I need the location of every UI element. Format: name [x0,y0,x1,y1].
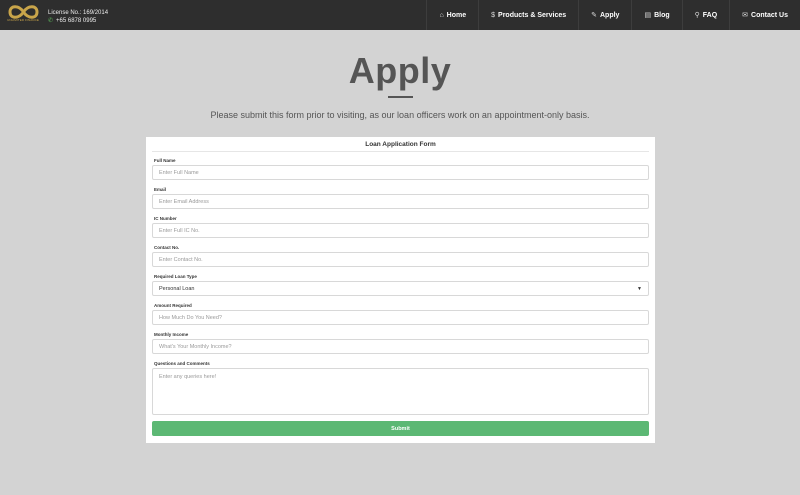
contact-label: Contact No. [154,245,180,250]
contact-input[interactable] [152,252,649,267]
form-title: Loan Application Form [365,141,436,148]
amount-input[interactable] [152,310,649,325]
loan-type-value: Personal Loan [159,285,195,292]
dollar-icon: $ [491,11,496,19]
loan-application-form: Loan Application Form Full Name Email IC… [146,137,655,443]
form-title-divider [152,151,649,152]
amount-label: Amount Required [154,303,192,308]
email-input[interactable] [152,194,649,209]
income-label: Monthly Income [154,332,189,337]
page-title: Apply [348,50,452,91]
email-label: Email [154,187,167,192]
main-nav: ⌂ Home $ Products & Services ✎ Apply ▤ B… [426,0,800,30]
license-number: License No.: 169/2014 [48,10,109,16]
submit-button[interactable]: Submit [152,421,649,436]
nav-home-label: Home [446,11,467,19]
full-name-label: Full Name [154,158,176,163]
nav-contact-us[interactable]: ✉ Contact Us [729,0,800,30]
comments-textarea[interactable] [152,368,649,415]
home-icon: ⌂ [439,11,444,19]
nav-blog-label: Blog [654,11,670,19]
phone-number[interactable]: +65 6878 0995 [56,17,96,25]
phone-icon: ✆ [48,18,54,24]
loan-type-select[interactable]: Personal Loan ▼ [152,281,649,296]
loan-type-label: Required Loan Type [154,274,197,279]
logo-text: UNLIMITED FINANCE [7,18,39,22]
income-input[interactable] [152,339,649,354]
nav-apply[interactable]: ✎ Apply [578,0,631,30]
nav-products-label: Products & Services [498,11,567,19]
envelope-icon: ✉ [742,12,749,19]
title-divider [388,96,413,98]
nav-home[interactable]: ⌂ Home [426,0,478,30]
nav-contact-label: Contact Us [751,11,788,19]
ic-number-label: IC Number [154,216,177,221]
map-marker-icon: ⚲ [694,12,700,19]
license-info: License No.: 169/2014 ✆ +65 6878 0995 [48,9,108,25]
ic-number-input[interactable] [152,223,649,238]
newspaper-icon: ▤ [644,12,652,19]
nav-faq-label: FAQ [702,11,718,19]
nav-blog[interactable]: ▤ Blog [631,0,681,30]
nav-products-services[interactable]: $ Products & Services [478,0,578,30]
phone-line: ✆ +65 6878 0995 [48,17,108,25]
edit-icon: ✎ [591,12,597,19]
nav-faq[interactable]: ⚲ FAQ [681,0,730,30]
full-name-input[interactable] [152,165,649,180]
comments-label: Questions and Comments [154,361,210,366]
top-navbar: UNLIMITED FINANCE License No.: 169/2014 … [0,0,800,30]
company-logo[interactable] [7,3,40,28]
nav-apply-label: Apply [600,11,620,19]
page-subtitle: Please submit this form prior to visitin… [210,110,590,120]
chevron-down-icon: ▼ [637,285,642,292]
